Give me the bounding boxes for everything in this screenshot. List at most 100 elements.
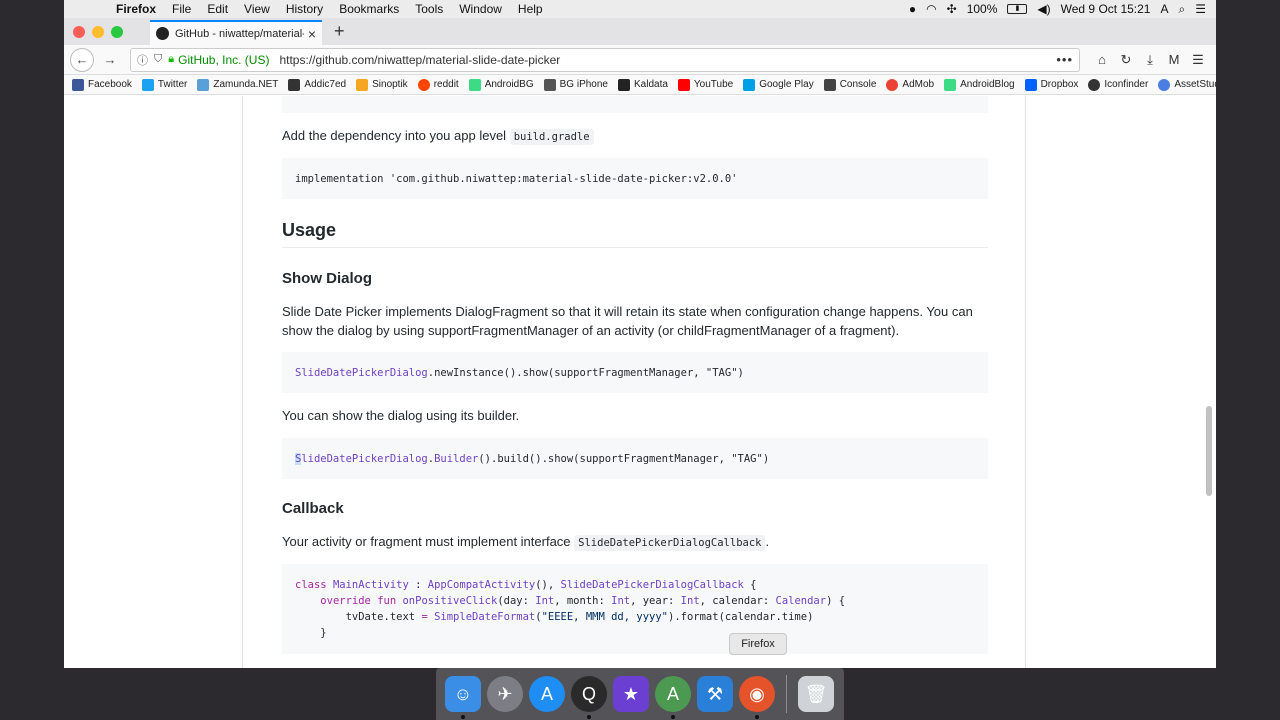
trash-icon[interactable]: 🗑︎ <box>798 676 834 712</box>
menu-bookmarks[interactable]: Bookmarks <box>331 2 407 16</box>
bookmark-facebook[interactable]: Facebook <box>72 78 132 91</box>
menu-extras: ● ◠ ✣ 100% ▮ ◀) Wed 9 Oct 15:21 A ⌕ ☰ <box>909 2 1216 17</box>
extension-icon[interactable]: M <box>1162 52 1186 67</box>
android-studio-icon[interactable]: A <box>655 676 691 719</box>
quicktime-icon[interactable]: Q <box>571 676 607 719</box>
page-scrollbar[interactable] <box>1206 406 1212 496</box>
bookmark-sinoptik[interactable]: Sinoptik <box>356 78 408 91</box>
bluetooth-icon[interactable]: ✣ <box>947 2 957 16</box>
sinoptik-icon <box>356 78 369 91</box>
spotlight-search-icon[interactable]: ⌕ <box>1179 2 1186 17</box>
hamburger-menu-icon[interactable]: ☰ <box>1186 52 1210 68</box>
reddit-icon <box>417 78 430 91</box>
code-block-mainactivity: class MainActivity : AppCompatActivity()… <box>282 564 988 654</box>
bookmark-androidblog[interactable]: AndroidBlog <box>944 78 1015 91</box>
menu-view[interactable]: View <box>236 2 278 16</box>
finder-icon[interactable]: ☺ <box>445 676 481 719</box>
code-line-1: class MainActivity : AppCompatActivity()… <box>295 579 757 591</box>
running-indicator <box>755 715 759 719</box>
menu-window[interactable]: Window <box>451 2 510 16</box>
tab-bar: GitHub - niwattep/material-slid × + <box>64 18 1216 45</box>
url-bar[interactable]: ⓘ ⛉ 🔒︎ GitHub, Inc. (US) https://github.… <box>130 47 1080 72</box>
tab-close-icon[interactable]: × <box>308 26 316 42</box>
minimize-window-button[interactable] <box>92 26 104 38</box>
bookmark-reddit[interactable]: reddit <box>417 78 459 91</box>
android-icon <box>468 78 481 91</box>
wifi-icon[interactable]: ◠ <box>926 2 936 16</box>
bookmark-twitter[interactable]: Twitter <box>141 78 187 91</box>
builder-paragraph: You can show the dialog using its builde… <box>282 408 520 423</box>
readme-article: Add the dependency into you app level bu… <box>242 96 1026 668</box>
bookmark-google-play[interactable]: Google Play <box>743 78 814 91</box>
volume-icon[interactable]: ◀) <box>1037 2 1050 16</box>
clock[interactable]: Wed 9 Oct 15:21 <box>1061 2 1151 16</box>
heading-callback: Callback <box>282 500 344 517</box>
bookmark-dropbox[interactable]: Dropbox <box>1024 78 1078 91</box>
dropbox-icon <box>1024 78 1037 91</box>
show-dialog-paragraph: Slide Date Picker implements DialogFragm… <box>282 304 973 338</box>
menu-tools[interactable]: Tools <box>407 2 451 16</box>
bookmark-admob[interactable]: AdMob <box>886 78 934 91</box>
record-icon[interactable]: ● <box>909 2 916 16</box>
bookmark-zamunda[interactable]: Zamunda.NET <box>197 78 278 91</box>
lock-icon: 🔒︎ <box>168 53 175 65</box>
bookmark-androidbg[interactable]: AndroidBG <box>468 78 534 91</box>
running-indicator <box>461 715 465 719</box>
home-icon[interactable]: ⌂ <box>1090 52 1114 67</box>
running-indicator <box>671 715 675 719</box>
dock-separator <box>786 675 787 713</box>
new-tab-icon[interactable]: + <box>334 21 345 42</box>
menu-history[interactable]: History <box>278 2 331 16</box>
androidblog-icon <box>944 78 957 91</box>
admob-icon <box>886 78 899 91</box>
page-actions-icon[interactable]: ••• <box>1056 52 1073 67</box>
facebook-icon <box>72 78 84 91</box>
github-favicon-icon <box>156 27 169 40</box>
inline-code-callback: SlideDatePickerDialogCallback <box>574 535 766 551</box>
back-button[interactable]: ← <box>70 47 94 72</box>
bookmark-addic7ed[interactable]: Addic7ed <box>288 78 346 91</box>
code-line-2: override fun onPositiveClick(day: Int, m… <box>320 595 846 607</box>
heading-show-dialog: Show Dialog <box>282 270 372 287</box>
close-window-button[interactable] <box>73 26 85 38</box>
addic7ed-icon <box>288 78 301 91</box>
xcode-icon[interactable]: ⚒ <box>697 676 733 712</box>
certificate-org: GitHub, Inc. (US) <box>178 52 270 67</box>
menu-file[interactable]: File <box>164 2 199 16</box>
callback-paragraph: Your activity or fragment must implement… <box>282 534 770 551</box>
bookmark-assetstudio[interactable]: AssetStudio <box>1158 78 1216 91</box>
menu-app-firefox[interactable]: Firefox <box>108 2 164 16</box>
code-line-4: } <box>320 627 327 639</box>
code-block-newinstance: SlideDatePickerDialog .newInstance().show… <box>282 352 988 393</box>
zoom-window-button[interactable] <box>111 26 123 38</box>
imovie-icon[interactable]: ★ <box>613 676 649 712</box>
downloads-icon[interactable]: ⤓ <box>1138 52 1162 68</box>
bookmarks-toolbar: Facebook Twitter Zamunda.NET Addic7ed Si… <box>64 75 1216 95</box>
reload-icon[interactable]: ↻ <box>1114 52 1138 68</box>
battery-icon[interactable]: ▮ <box>1007 4 1028 14</box>
app-store-icon[interactable]: A <box>529 676 565 712</box>
menu-help[interactable]: Help <box>510 2 551 16</box>
bookmark-iconfinder[interactable]: Iconfinder <box>1088 78 1148 91</box>
launchpad-icon[interactable]: ✈ <box>487 676 523 712</box>
site-info-icon[interactable]: ⓘ <box>137 52 148 68</box>
page-content: Add the dependency into you app level bu… <box>64 96 1216 668</box>
navigation-toolbar: ← → ⓘ ⛉ 🔒︎ GitHub, Inc. (US) https://git… <box>64 45 1216 75</box>
notification-center-icon[interactable]: ☰ <box>1195 2 1206 16</box>
tab-github[interactable]: GitHub - niwattep/material-slid × <box>150 20 322 45</box>
tracking-shield-icon[interactable]: ⛉ <box>154 53 162 66</box>
bookmark-console[interactable]: Console <box>823 78 876 91</box>
code-block-builder[interactable]: SlideDatePickerDialog. Builder ().build().… <box>282 438 988 479</box>
zamunda-icon <box>197 78 210 91</box>
bookmark-youtube[interactable]: YouTube <box>677 78 733 91</box>
battery-percent[interactable]: 100% <box>967 2 998 16</box>
url-text[interactable]: https://github.com/niwattep/material-sli… <box>279 53 560 67</box>
firefox-icon[interactable]: ◉ <box>739 676 775 719</box>
window-controls <box>73 26 123 38</box>
menu-edit[interactable]: Edit <box>199 2 236 16</box>
bookmark-kaldata[interactable]: Kaldata <box>618 78 668 91</box>
tab-title: GitHub - niwattep/material-slid <box>175 27 304 40</box>
bookmark-bg-iphone[interactable]: BG iPhone <box>543 78 608 91</box>
input-source-icon[interactable]: A <box>1160 2 1168 16</box>
forward-button[interactable]: → <box>98 48 122 72</box>
